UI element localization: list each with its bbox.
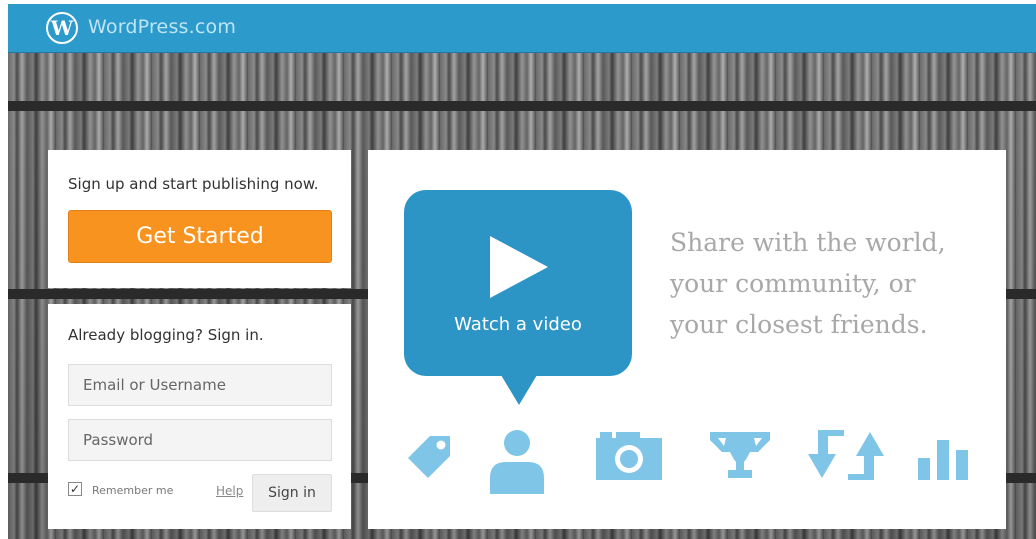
watch-video-label: Watch a video bbox=[454, 314, 582, 335]
app-frame: W WordPress.com Sign up and start publis… bbox=[8, 4, 1036, 539]
shelf-divider bbox=[8, 101, 1036, 111]
feature-panel: Watch a video Share with the world, your… bbox=[368, 150, 1006, 529]
tag-icon bbox=[408, 436, 450, 478]
feature-icon-row bbox=[368, 420, 1006, 500]
trophy-icon bbox=[710, 432, 770, 478]
watch-video-button[interactable]: Watch a video bbox=[404, 190, 632, 405]
email-field[interactable] bbox=[68, 364, 332, 406]
svg-text:W: W bbox=[50, 16, 74, 40]
person-icon bbox=[490, 430, 544, 494]
wordpress-logo-icon[interactable]: W bbox=[46, 12, 78, 44]
remember-me-label: Remember me bbox=[92, 484, 174, 497]
reblog-icon bbox=[808, 430, 884, 480]
stats-icon bbox=[918, 440, 968, 480]
signup-panel: Sign up and start publishing now. Get St… bbox=[48, 150, 351, 288]
tagline-line: your closest friends. bbox=[670, 310, 928, 339]
password-field[interactable] bbox=[68, 419, 332, 461]
signin-button[interactable]: Sign in bbox=[252, 474, 332, 512]
tagline-line: your community, or bbox=[670, 269, 916, 298]
tagline-line: Share with the world, bbox=[670, 228, 946, 257]
tagline: Share with the world, your community, or… bbox=[670, 222, 990, 345]
remember-me-checkbox[interactable]: ✓ bbox=[68, 482, 82, 496]
signup-prompt: Sign up and start publishing now. bbox=[68, 175, 319, 193]
brand-name[interactable]: WordPress.com bbox=[88, 16, 236, 38]
play-icon bbox=[490, 236, 548, 298]
signin-panel: Already blogging? Sign in. ✓ Remember me… bbox=[48, 304, 351, 529]
signin-title: Already blogging? Sign in. bbox=[68, 326, 264, 344]
top-bar: W WordPress.com bbox=[8, 4, 1036, 53]
get-started-button[interactable]: Get Started bbox=[68, 210, 332, 263]
camera-icon bbox=[596, 432, 662, 480]
bubble-tail bbox=[501, 375, 537, 405]
help-link[interactable]: Help bbox=[216, 484, 243, 498]
